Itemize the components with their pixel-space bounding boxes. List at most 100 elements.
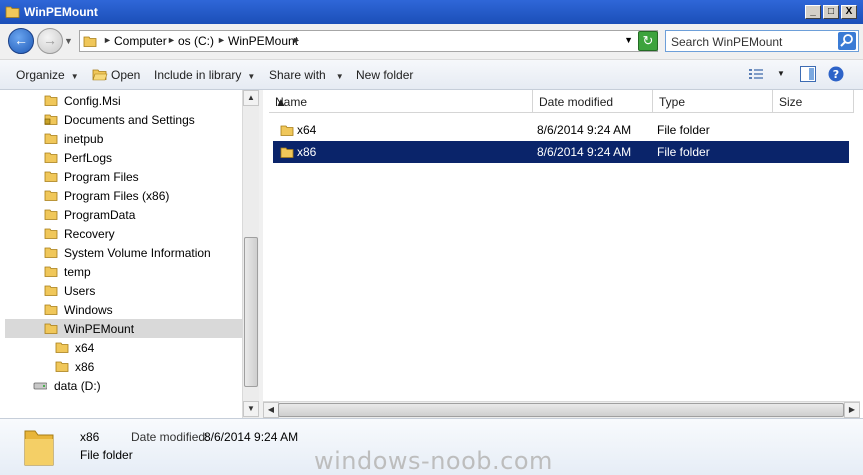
include-in-library-button[interactable]: Include in library ▼ [154,68,255,82]
large-folder-icon [24,430,54,466]
file-type: File folder [657,123,710,137]
folder-icon [44,133,58,144]
folder-icon [44,323,58,334]
watermark: windows-noob.com [314,447,553,475]
folder-icon [44,152,58,163]
breadcrumb-drive[interactable]: os (C:) [178,34,214,48]
tree-item[interactable]: Windows [5,300,242,319]
file-date: 8/6/2014 9:24 AM [537,123,632,137]
folder-icon [44,247,58,258]
tree-item-label: x64 [75,341,95,355]
column-date-label: Date modified [539,95,614,109]
svg-text:?: ? [833,68,839,81]
folder-icon [44,95,58,106]
tree-item[interactable]: ProgramData [5,205,242,224]
details-item-type: File folder [80,448,133,462]
tree-item[interactable]: Config.Msi [5,91,242,110]
scrollbar-thumb[interactable] [278,403,844,417]
tree-item[interactable]: temp [5,262,242,281]
include-in-library-label: Include in library [154,68,242,82]
tree-item-label: ProgramData [64,208,136,222]
folder-icon [44,209,58,220]
tree-item[interactable]: PerfLogs [5,148,242,167]
breadcrumb-separator-icon[interactable]: ► [217,35,226,45]
scroll-up-icon[interactable]: ▲ [243,90,259,106]
tree-item-label: x86 [75,360,95,374]
sort-ascending-icon: ▲ [275,95,287,109]
breadcrumb-separator-icon[interactable]: ► [167,35,176,45]
tree-item-label: inetpub [64,132,104,146]
tree-item[interactable]: inetpub [5,129,242,148]
folder-icon [55,361,69,372]
maximize-button[interactable]: □ [823,5,839,19]
column-name[interactable]: Name ▲ [269,90,533,113]
tree-item[interactable]: Recovery [5,224,242,243]
command-bar: Organize ▼ Open Include in library ▼ Share… [0,60,863,90]
breadcrumb-separator-icon[interactable]: ► [292,35,301,45]
folder-icon [280,147,294,158]
folder-icon [44,228,58,239]
close-button[interactable]: X [841,5,857,19]
column-date-modified[interactable]: Date modified [533,90,653,113]
view-options-button[interactable] [748,67,764,84]
folder-icon [280,125,294,136]
tree-item[interactable]: x64 [5,338,242,357]
tree-item[interactable]: Documents and Settings [5,110,242,129]
help-button[interactable]: ? [828,66,844,85]
tree-item-label: Program Files (x86) [64,189,170,203]
column-type[interactable]: Type [653,90,773,113]
breadcrumb-separator-icon[interactable]: ► [103,35,112,45]
tree-item-label: Documents and Settings [64,113,195,127]
breadcrumb-computer[interactable]: Computer [114,34,167,48]
share-with-button[interactable]: Share with ▼ [269,68,344,82]
tree-item[interactable]: System Volume Information [5,243,242,262]
search-input[interactable]: Search WinPEMount [665,30,859,52]
address-field[interactable]: ► Computer ► os (C:) ► WinPEMount ► ▼ [79,30,658,52]
file-row[interactable]: x64 8/6/2014 9:24 AM File folder [273,119,849,141]
back-arrow-icon: ← [14,32,28,48]
tree-item[interactable]: Program Files [5,167,242,186]
folder-icon [44,190,58,201]
tree-item-label: Users [64,284,96,298]
column-size[interactable]: Size [773,90,854,113]
back-button[interactable]: ← [8,28,34,54]
refresh-button[interactable]: ↻ [638,31,658,51]
navigation-scrollbar[interactable]: ▲ ▼ [242,90,259,418]
tree-item[interactable]: x86 [5,357,242,376]
address-dropdown-icon[interactable]: ▼ [624,35,633,45]
folder-icon [5,6,20,18]
chevron-down-icon: ▼ [247,72,256,81]
navigation-pane[interactable]: Config.Msi Documents and Settings inetpub P… [0,90,259,418]
tree-item[interactable]: WinPEMount [5,319,242,338]
organize-button[interactable]: Organize ▼ [16,68,79,82]
file-row-selected[interactable]: x86 8/6/2014 9:24 AM File folder [273,141,849,163]
preview-pane-button[interactable] [800,66,816,85]
recent-pages-dropdown-icon[interactable]: ▼ [64,36,73,46]
tree-item[interactable]: data (D:) [5,376,242,395]
forward-button[interactable]: → [37,28,63,54]
title-bar[interactable]: WinPEMount _ □ X [0,0,863,24]
scrollbar-thumb[interactable] [244,237,258,387]
tree-item-label: PerfLogs [64,151,113,165]
minimize-button[interactable]: _ [805,5,821,19]
scroll-down-icon[interactable]: ▼ [243,401,259,417]
column-size-label: Size [779,95,803,109]
scroll-right-icon[interactable]: ▶ [844,402,860,418]
tree-item[interactable]: Users [5,281,242,300]
open-button[interactable]: Open [92,68,140,82]
tree-item[interactable]: Program Files (x86) [5,186,242,205]
new-folder-button[interactable]: New folder [356,68,413,82]
address-bar-row: ← → ▼ ► Computer ► os (C:) ► WinPEMount … [0,24,863,60]
file-name: x64 [297,123,317,137]
tree-item-label: WinPEMount [64,322,135,336]
forward-arrow-icon: → [43,32,57,48]
breadcrumb-winpemount[interactable]: WinPEMount [228,34,298,48]
drive-icon [33,382,47,390]
search-icon[interactable] [838,32,856,50]
file-list-horizontal-scrollbar[interactable]: ◀ ▶ [263,401,860,418]
file-list[interactable]: Name ▲ Date modified Type Size x64 8/6/2… [263,90,863,418]
scroll-left-icon[interactable]: ◀ [263,402,279,418]
new-folder-label: New folder [356,68,414,82]
tree-item-label: data (D:) [54,379,101,393]
view-dropdown-icon[interactable]: ▼ [777,69,785,78]
